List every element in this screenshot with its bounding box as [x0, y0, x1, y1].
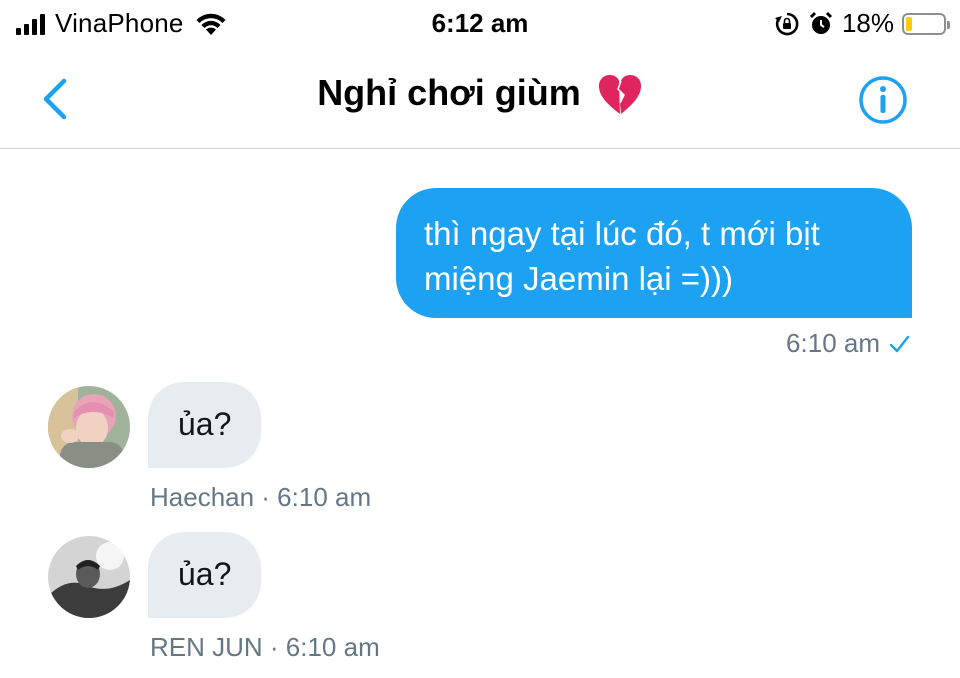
conversation-title[interactable]: Nghỉ chơi giùm — [0, 72, 960, 116]
outgoing-message-meta: 6:10 am — [786, 328, 910, 359]
broken-heart-icon — [598, 75, 641, 115]
outgoing-message-bubble[interactable]: thì ngay tại lúc đó, t mới bịt miệng Jae… — [396, 188, 912, 318]
battery-fill — [906, 16, 912, 31]
message-line: miệng Jaemin lại =))) — [424, 260, 734, 297]
alarm-icon — [809, 11, 833, 34]
conversation-header: Nghỉ chơi giùm — [0, 50, 960, 149]
avatar-ren-jun[interactable] — [48, 536, 130, 618]
message-text: ủa? — [178, 406, 232, 442]
incoming-message-meta: Haechan · 6:10 am — [150, 482, 372, 512]
status-bar-right: 18% — [774, 8, 950, 39]
battery-percentage: 18% — [841, 8, 894, 38]
incoming-message-bubble[interactable]: ủa? — [148, 382, 262, 468]
incoming-message-bubble[interactable]: ủa? — [148, 532, 262, 618]
message-text: ủa? — [178, 556, 232, 592]
rotation-lock-icon — [774, 12, 799, 35]
checkmark-icon — [889, 335, 910, 352]
incoming-message-meta: REN JUN · 6:10 am — [150, 632, 380, 662]
message-timestamp: 6:10 am — [786, 328, 880, 358]
message-line: thì ngay tại lúc đó, t mới bịt — [424, 215, 820, 252]
battery-icon — [902, 12, 950, 35]
status-bar: VinaPhone 6:12 am 18% — [0, 0, 960, 50]
info-icon[interactable] — [858, 75, 908, 125]
conversation-title-text: Nghỉ chơi giùm — [317, 72, 581, 113]
avatar-haechan[interactable] — [48, 386, 130, 468]
